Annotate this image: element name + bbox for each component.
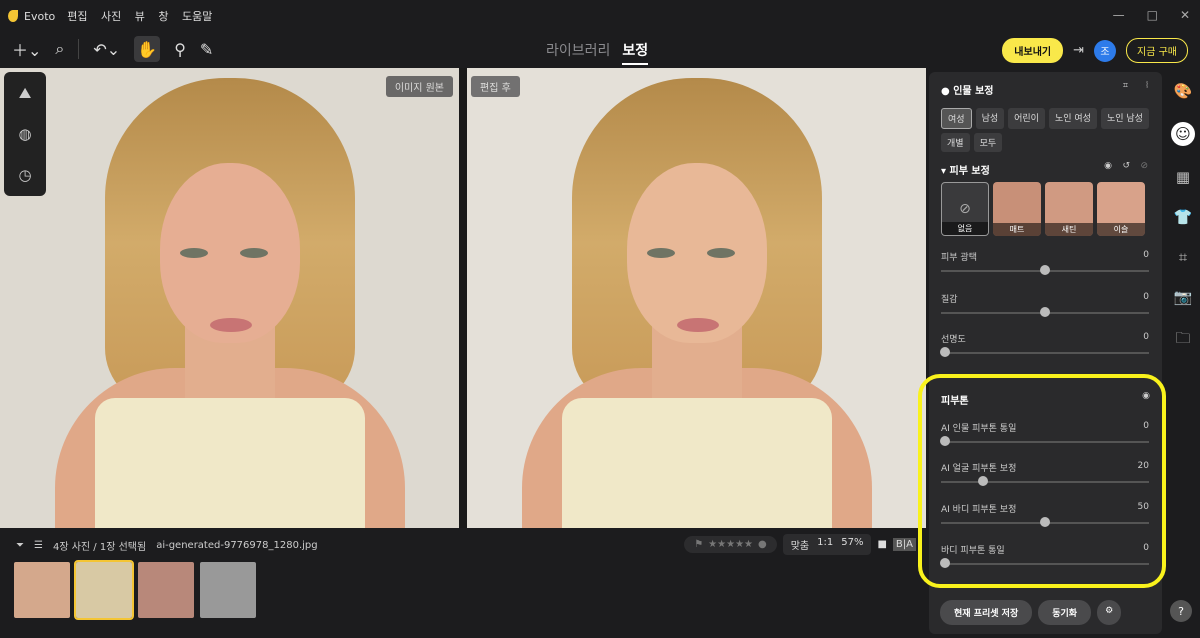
portrait-icon[interactable]: ☺ [1171,122,1195,146]
tool-rail: 🎨 ☺ ▦ 👕 ⌗ 📷 🗀 [1168,72,1198,632]
bulb-icon: ● [941,86,950,97]
close-icon[interactable]: ✕ [1180,8,1190,22]
menu-window[interactable]: 창 [158,10,168,23]
camera-icon[interactable]: 📷 [1174,288,1193,306]
sync-button[interactable]: 동기화 [1038,600,1092,625]
export-button[interactable]: 내보내기 [1002,38,1064,63]
menu-bar: 편집 사진 뷰 창 도움말 [67,8,222,24]
photo-count: 4장 사진 / 1장 선택됨 [52,542,147,553]
before-after-view-icon[interactable]: B|A [892,538,916,551]
eye-icon[interactable]: ◉ [1104,161,1112,171]
one-to-one-button[interactable]: 1:1 [817,537,833,552]
chip-male[interactable]: 남성 [975,108,1005,129]
image-canvas[interactable]: 이미지 원본 편집 후 [0,68,926,528]
avatar[interactable]: 조 [1094,39,1117,62]
face-scan-icon[interactable]: ⌗ [1123,81,1128,91]
mask-tool-icon[interactable]: ◍ [18,125,31,143]
divider [78,39,80,59]
zoom-controls: 맞춤 1:1 57% [782,534,872,555]
hand-tool-icon[interactable]: ✋ [134,36,161,62]
thumbnail[interactable] [200,562,256,618]
title-bar: Evoto 편집 사진 뷰 창 도움말 — □ ✕ [0,0,1200,32]
evoto-logo-icon [8,10,18,22]
thumbnail[interactable] [74,560,134,620]
undo-icon[interactable]: ↶⌄ [93,40,120,59]
after-edit-label: 편집 후 [471,76,520,97]
color-label-icon[interactable]: ● [758,539,767,550]
history-clock-icon[interactable]: ◷ [18,166,31,184]
help-icon[interactable]: ? [1170,600,1192,622]
app-title: Evoto [24,9,56,23]
single-view-icon[interactable]: ■ [877,539,886,550]
filter-icon[interactable]: ⏷ [16,540,24,551]
menu-view[interactable]: 뷰 [135,10,145,23]
chip-elder-male[interactable]: 노인 남성 [1100,108,1149,129]
clothing-icon[interactable]: 👕 [1174,208,1193,226]
chip-all[interactable]: 모두 [973,133,1003,152]
skin-preset-list: ⊘ 없음 매트 새틴 이슬 [941,182,1145,236]
chip-female[interactable]: 여성 [941,108,972,129]
panel-title: ● 인물 보정 [941,86,994,97]
canvas-tool-palette: ⛰ ◍ ◷ [4,72,46,196]
subject-filter: 여성 남성 어린이 노인 여성 노인 남성 개별 모두 [941,108,1156,152]
rating-bar[interactable]: ⚑ ★★★★★ ● [684,536,777,553]
save-preset-button[interactable]: 현재 프리셋 저장 [940,600,1033,625]
preset-dew[interactable]: 이슬 [1097,182,1145,236]
chip-individual[interactable]: 개별 [941,133,970,152]
minimize-icon[interactable]: — [1113,8,1125,22]
sync-settings-icon[interactable]: ⚙ [1097,600,1122,625]
sync-icon[interactable]: ⦚ [1146,81,1148,91]
file-name: ai-generated-9776978_1280.jpg [156,540,318,551]
landscape-tool-icon[interactable]: ⛰ [19,84,32,102]
panel-footer: 현재 프리셋 저장 동기화 ⚙ [940,600,1122,625]
edited-photo: 편집 후 [467,68,926,528]
disable-icon[interactable]: ⊘ [1140,161,1148,171]
background-icon[interactable]: ▦ [1176,168,1190,186]
zoom-select[interactable]: 57% [841,537,863,552]
preset-satin[interactable]: 새틴 [1045,182,1093,236]
annotation-highlight [918,374,1166,588]
menu-edit[interactable]: 편집 [67,10,87,23]
chip-elder-female[interactable]: 노인 여성 [1048,108,1097,129]
maximize-icon[interactable]: □ [1147,8,1158,22]
original-photo: 이미지 원본 [0,68,459,528]
filmstrip: ⏷ ☰ 4장 사진 / 1장 선택됨 ai-generated-9776978_… [0,528,926,638]
flag-icon[interactable]: ⚑ [694,539,703,550]
compare-icon[interactable]: ⇥ [1073,43,1084,58]
window-controls: — □ ✕ [1113,8,1190,22]
toolbar: ＋⌄ ⌕ ↶⌄ ✋ ⚲ ✎ 라이브러리 보정 내보내기 ⇥ 조 지금 구매 [0,32,1200,68]
original-view-dropdown[interactable]: 이미지 원본 [385,76,453,97]
skin-retouch-header[interactable]: ▾ 피부 보정 [941,162,990,177]
chip-child[interactable]: 어린이 [1008,108,1045,129]
reset-icon[interactable]: ↺ [1122,161,1130,171]
mode-tabs: 라이브러리 보정 [546,40,649,65]
stamp-tool-icon[interactable]: ⚲ [174,40,186,59]
buy-now-button[interactable]: 지금 구매 [1126,38,1188,63]
star-rating[interactable]: ★★★★★ [708,539,753,550]
tab-library[interactable]: 라이브러리 [546,40,610,65]
folder-icon[interactable]: 🗀 [1175,328,1190,353]
sort-icon[interactable]: ☰ [34,540,43,551]
thumbnail[interactable] [14,562,70,618]
crop-icon[interactable]: ⌗ [1179,248,1187,266]
menu-help[interactable]: 도움말 [182,10,212,23]
search-icon[interactable]: ⌕ [55,39,64,59]
palette-icon[interactable]: 🎨 [1174,82,1193,100]
fit-button[interactable]: 맞춤 [791,537,809,552]
preset-none[interactable]: ⊘ 없음 [941,182,989,236]
add-icon[interactable]: ＋⌄ [12,37,41,61]
menu-photo[interactable]: 사진 [101,10,121,23]
thumbnail[interactable] [138,562,194,618]
preset-matte[interactable]: 매트 [993,182,1041,236]
thumbnail-list [14,560,256,620]
tab-retouch[interactable]: 보정 [622,40,649,65]
bandage-tool-icon[interactable]: ✎ [200,40,213,59]
